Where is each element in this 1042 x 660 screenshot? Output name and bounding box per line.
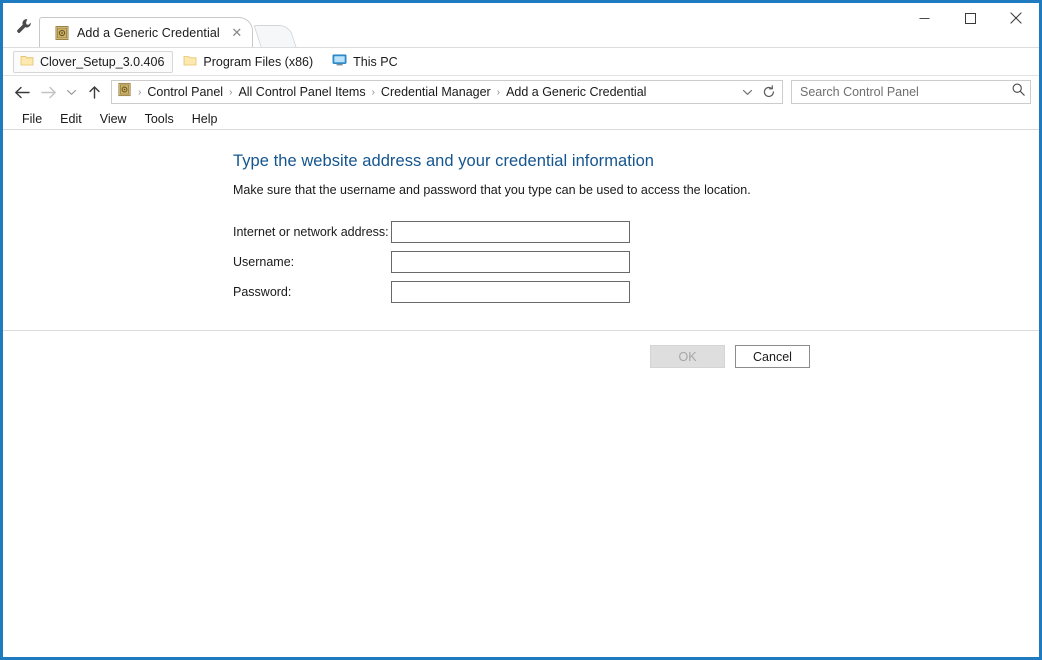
control-panel-icon	[117, 82, 132, 102]
content-area: Type the website address and your creden…	[3, 130, 1039, 330]
menu-item-help[interactable]: Help	[183, 111, 227, 127]
minimize-button[interactable]	[901, 3, 947, 33]
breadcrumb-separator: ›	[496, 86, 501, 98]
tab-strip: Add a Generic Credential ✕	[0, 0, 1042, 48]
breadcrumb-separator: ›	[229, 86, 233, 98]
username-label: Username:	[233, 255, 295, 269]
bookmark-clover-setup[interactable]: Clover_Setup_3.0.406	[13, 50, 174, 73]
password-field[interactable]	[391, 281, 630, 303]
control-panel-icon	[54, 25, 70, 41]
bookmark-label: Clover_Setup_3.0.406	[40, 54, 165, 69]
breadcrumb-item-credential-manager[interactable]: Credential Manager	[378, 84, 494, 100]
breadcrumb-separator: ›	[138, 86, 142, 98]
internet-or-network-address-label: Internet or network address:	[233, 225, 389, 239]
up-button[interactable]	[81, 79, 107, 105]
bookmark-label: Program Files (x86)	[203, 54, 314, 69]
form-row-username: Username:	[233, 247, 1039, 277]
window-caption-buttons	[901, 3, 1039, 33]
tab-close-icon[interactable]: ✕	[230, 26, 244, 40]
bookmark-label: This PC	[353, 54, 398, 69]
address-bar[interactable]: › Control Panel › All Control Panel Item…	[111, 80, 783, 104]
breadcrumb-item-add-a-generic-credential[interactable]: Add a Generic Credential	[503, 84, 649, 100]
address-chevron-down-icon[interactable]	[736, 81, 758, 103]
application-window: Add a Generic Credential ✕ Clover_Setup_…	[0, 0, 1042, 660]
search-input[interactable]	[800, 85, 1011, 99]
breadcrumb: › Control Panel › All Control Panel Item…	[135, 84, 736, 100]
new-tab-button[interactable]	[253, 25, 297, 47]
refresh-icon[interactable]	[758, 81, 780, 103]
menu-bar: File Edit View Tools Help	[3, 108, 1039, 130]
menu-item-view[interactable]: View	[91, 111, 136, 127]
page-title: Type the website address and your creden…	[233, 152, 655, 170]
tab-title: Add a Generic Credential	[77, 25, 220, 40]
close-button[interactable]	[993, 3, 1039, 33]
dialog-button-bar: OK Cancel	[3, 330, 1039, 382]
back-button[interactable]	[9, 79, 35, 105]
maximize-button[interactable]	[947, 3, 993, 33]
ok-button[interactable]: OK	[650, 345, 725, 368]
menu-item-tools[interactable]: Tools	[136, 111, 183, 127]
menu-item-file[interactable]: File	[13, 111, 51, 127]
form-row-password: Password:	[233, 277, 1039, 307]
recent-locations-chevron-down-icon[interactable]	[61, 79, 81, 105]
menu-item-edit[interactable]: Edit	[51, 111, 91, 127]
address-toolbar: › Control Panel › All Control Panel Item…	[3, 76, 1039, 108]
form-row-internet-address: Internet or network address:	[233, 217, 1039, 247]
tab-add-a-generic-credential[interactable]: Add a Generic Credential ✕	[39, 17, 253, 47]
bookmark-program-files[interactable]: Program Files (x86)	[176, 51, 322, 73]
breadcrumb-item-control-panel[interactable]: Control Panel	[144, 84, 226, 100]
wrench-icon[interactable]	[9, 9, 39, 43]
page-subtitle: Make sure that the username and password…	[233, 183, 751, 197]
folder-icon	[20, 53, 34, 70]
breadcrumb-item-all-control-panel-items[interactable]: All Control Panel Items	[235, 84, 368, 100]
username-field[interactable]	[391, 251, 630, 273]
forward-button[interactable]	[35, 79, 61, 105]
folder-icon	[183, 53, 197, 70]
search-box[interactable]	[791, 80, 1031, 104]
bookmark-this-pc[interactable]: This PC	[325, 51, 406, 73]
credential-form: Internet or network address: Username: P…	[233, 217, 1039, 307]
search-icon[interactable]	[1011, 82, 1026, 102]
breadcrumb-separator: ›	[371, 86, 375, 98]
internet-or-network-address-field[interactable]	[391, 221, 630, 243]
bookmarks-bar: Clover_Setup_3.0.406 Program Files (x86)…	[3, 48, 1039, 76]
computer-icon	[332, 53, 347, 70]
cancel-button[interactable]: Cancel	[735, 345, 810, 368]
password-label: Password:	[233, 285, 292, 299]
